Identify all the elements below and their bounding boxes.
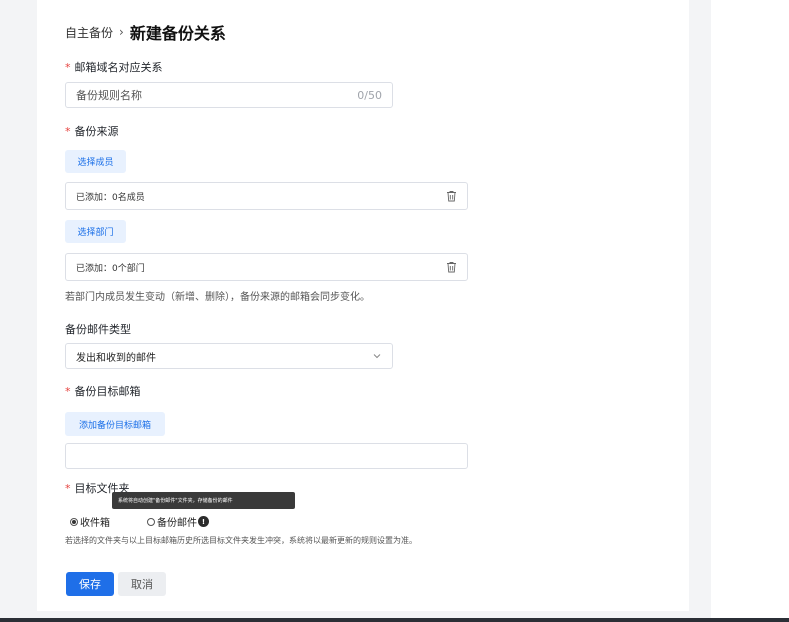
mail-type-select[interactable]: 发出和收到的邮件 <box>65 343 393 369</box>
target-mailbox-input[interactable] <box>65 443 468 469</box>
radio-backup-label: 备份邮件 <box>157 518 197 529</box>
radio-inbox-label: 收件箱 <box>80 518 110 529</box>
info-icon[interactable]: ! <box>198 516 209 527</box>
right-pane <box>711 0 789 622</box>
rule-name-label: * 邮箱域名对应关系 <box>65 61 163 74</box>
radio-inbox-dot[interactable] <box>70 517 78 526</box>
mail-type-label: 备份邮件类型 <box>65 323 131 336</box>
folder-hint: 若选择的文件夹与以上目标邮箱历史所选目标文件夹发生冲突，系统将以最新更新的规则设… <box>65 536 417 545</box>
add-target-mailbox-button[interactable]: 添加备份目标邮箱 <box>65 412 165 436</box>
folder-tooltip: 系统将自动创建"备份邮件"文件夹，存储备份的邮件 <box>112 492 295 509</box>
required-mark: * <box>65 385 71 398</box>
breadcrumb-separator: › <box>119 25 124 39</box>
bottom-bar <box>0 618 789 622</box>
radio-inbox[interactable]: 收件箱 <box>70 514 110 529</box>
radio-backup-mail[interactable]: 备份邮件 ! <box>147 514 209 529</box>
source-hint: 若部门内成员发生变动（新增、删除），备份来源的邮箱会同步变化。 <box>65 292 370 303</box>
radio-backup-dot[interactable] <box>147 517 155 526</box>
target-mailbox-label: * 备份目标邮箱 <box>65 385 141 398</box>
trash-icon[interactable] <box>445 261 457 273</box>
mail-type-selected: 发出和收到的邮件 <box>76 352 156 364</box>
members-added-text: 已添加：0名成员 <box>76 192 145 203</box>
departments-added-text: 已添加：0个部门 <box>76 263 145 274</box>
breadcrumb-parent[interactable]: 自主备份 <box>65 24 113 41</box>
select-departments-button[interactable]: 选择部门 <box>65 220 126 243</box>
required-mark: * <box>65 61 71 74</box>
rule-name-input[interactable]: 备份规则名称 0/50 <box>65 82 393 108</box>
page-title: 新建备份关系 <box>129 24 226 43</box>
rule-name-placeholder: 备份规则名称 <box>76 89 142 102</box>
trash-icon[interactable] <box>445 190 457 202</box>
select-members-button[interactable]: 选择成员 <box>65 150 126 173</box>
departments-added-row: 已添加：0个部门 <box>65 253 468 281</box>
chevron-down-icon <box>373 354 381 359</box>
members-added-row: 已添加：0名成员 <box>65 182 468 210</box>
cancel-button[interactable]: 取消 <box>118 572 166 596</box>
required-mark: * <box>65 482 71 495</box>
required-mark: * <box>65 125 71 138</box>
char-counter: 0/50 <box>357 88 382 102</box>
save-button[interactable]: 保存 <box>66 572 114 596</box>
breadcrumb: 自主备份 › 新建备份关系 <box>65 20 226 44</box>
backup-source-label: * 备份来源 <box>65 125 119 138</box>
